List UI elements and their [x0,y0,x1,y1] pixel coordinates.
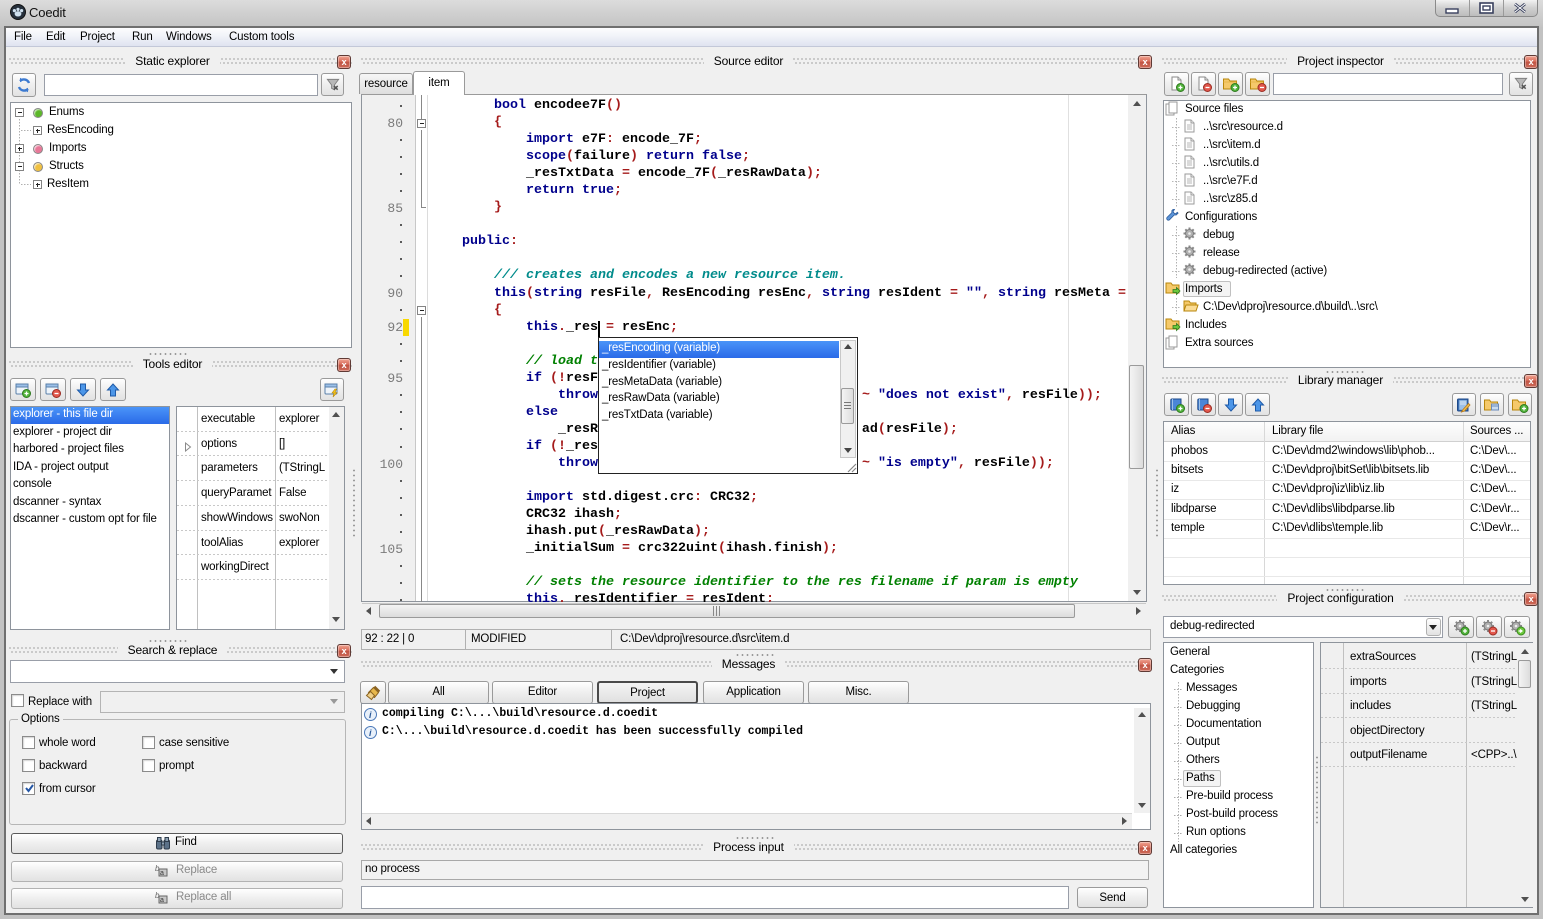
svg-text:a: a [160,870,164,877]
svg-text:a: a [160,897,164,904]
